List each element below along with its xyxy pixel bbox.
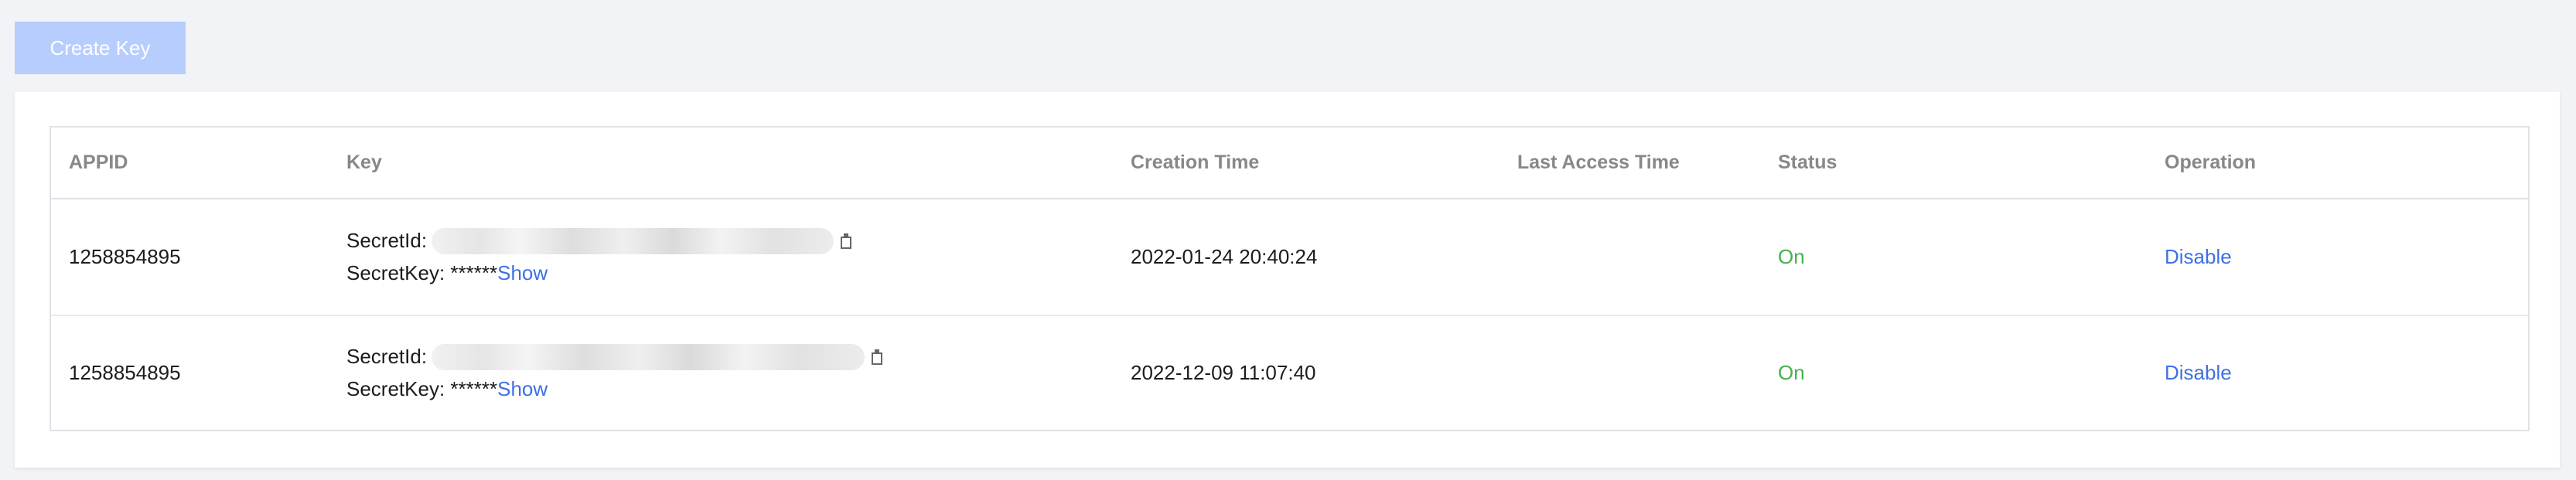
secret-key-label: SecretKey: ******: [346, 377, 498, 400]
table-header: APPID Key Creation Time Last Access Time…: [51, 128, 2528, 199]
secret-id-label: SecretId:: [346, 229, 428, 252]
column-header-status: Status: [1778, 151, 1837, 173]
key-cell: SecretId: SecretKey: ****** Show: [346, 316, 1042, 430]
secret-id-label: SecretId:: [346, 345, 428, 368]
keys-card: APPID Key Creation Time Last Access Time…: [15, 92, 2560, 468]
column-header-last-access-time: Last Access Time: [1517, 151, 1680, 173]
column-header-operation: Operation: [2165, 151, 2257, 173]
appid-cell: 1258854895: [69, 361, 181, 384]
appid-cell: 1258854895: [69, 245, 181, 268]
status-cell: On: [1778, 361, 1805, 384]
keys-table: APPID Key Creation Time Last Access Time…: [49, 126, 2530, 431]
column-header-key: Key: [346, 151, 382, 173]
secret-id-redacted: [432, 343, 865, 370]
secret-id-redacted: [432, 227, 834, 254]
status-cell: On: [1778, 245, 1805, 268]
creation-time-cell: 2022-01-24 20:40:24: [1131, 245, 1318, 268]
disable-link[interactable]: Disable: [2165, 316, 2232, 430]
show-secret-key-link[interactable]: Show: [497, 261, 548, 285]
copy-icon[interactable]: [871, 349, 883, 366]
show-secret-key-link[interactable]: Show: [497, 377, 548, 401]
creation-time-cell: 2022-12-09 11:07:40: [1131, 361, 1316, 384]
column-header-creation-time: Creation Time: [1131, 151, 1260, 173]
column-header-appid: APPID: [69, 151, 128, 173]
create-key-button[interactable]: Create Key: [15, 22, 186, 74]
disable-link[interactable]: Disable: [2165, 199, 2232, 315]
key-cell: SecretId: SecretKey: ****** Show: [346, 199, 1042, 315]
table-row: 1258854895 SecretId: SecretKey: ****** S…: [51, 199, 2528, 316]
copy-icon[interactable]: [840, 233, 852, 250]
secret-key-label: SecretKey: ******: [346, 261, 498, 284]
table-row: 1258854895 SecretId: SecretKey: ****** S…: [51, 316, 2528, 430]
